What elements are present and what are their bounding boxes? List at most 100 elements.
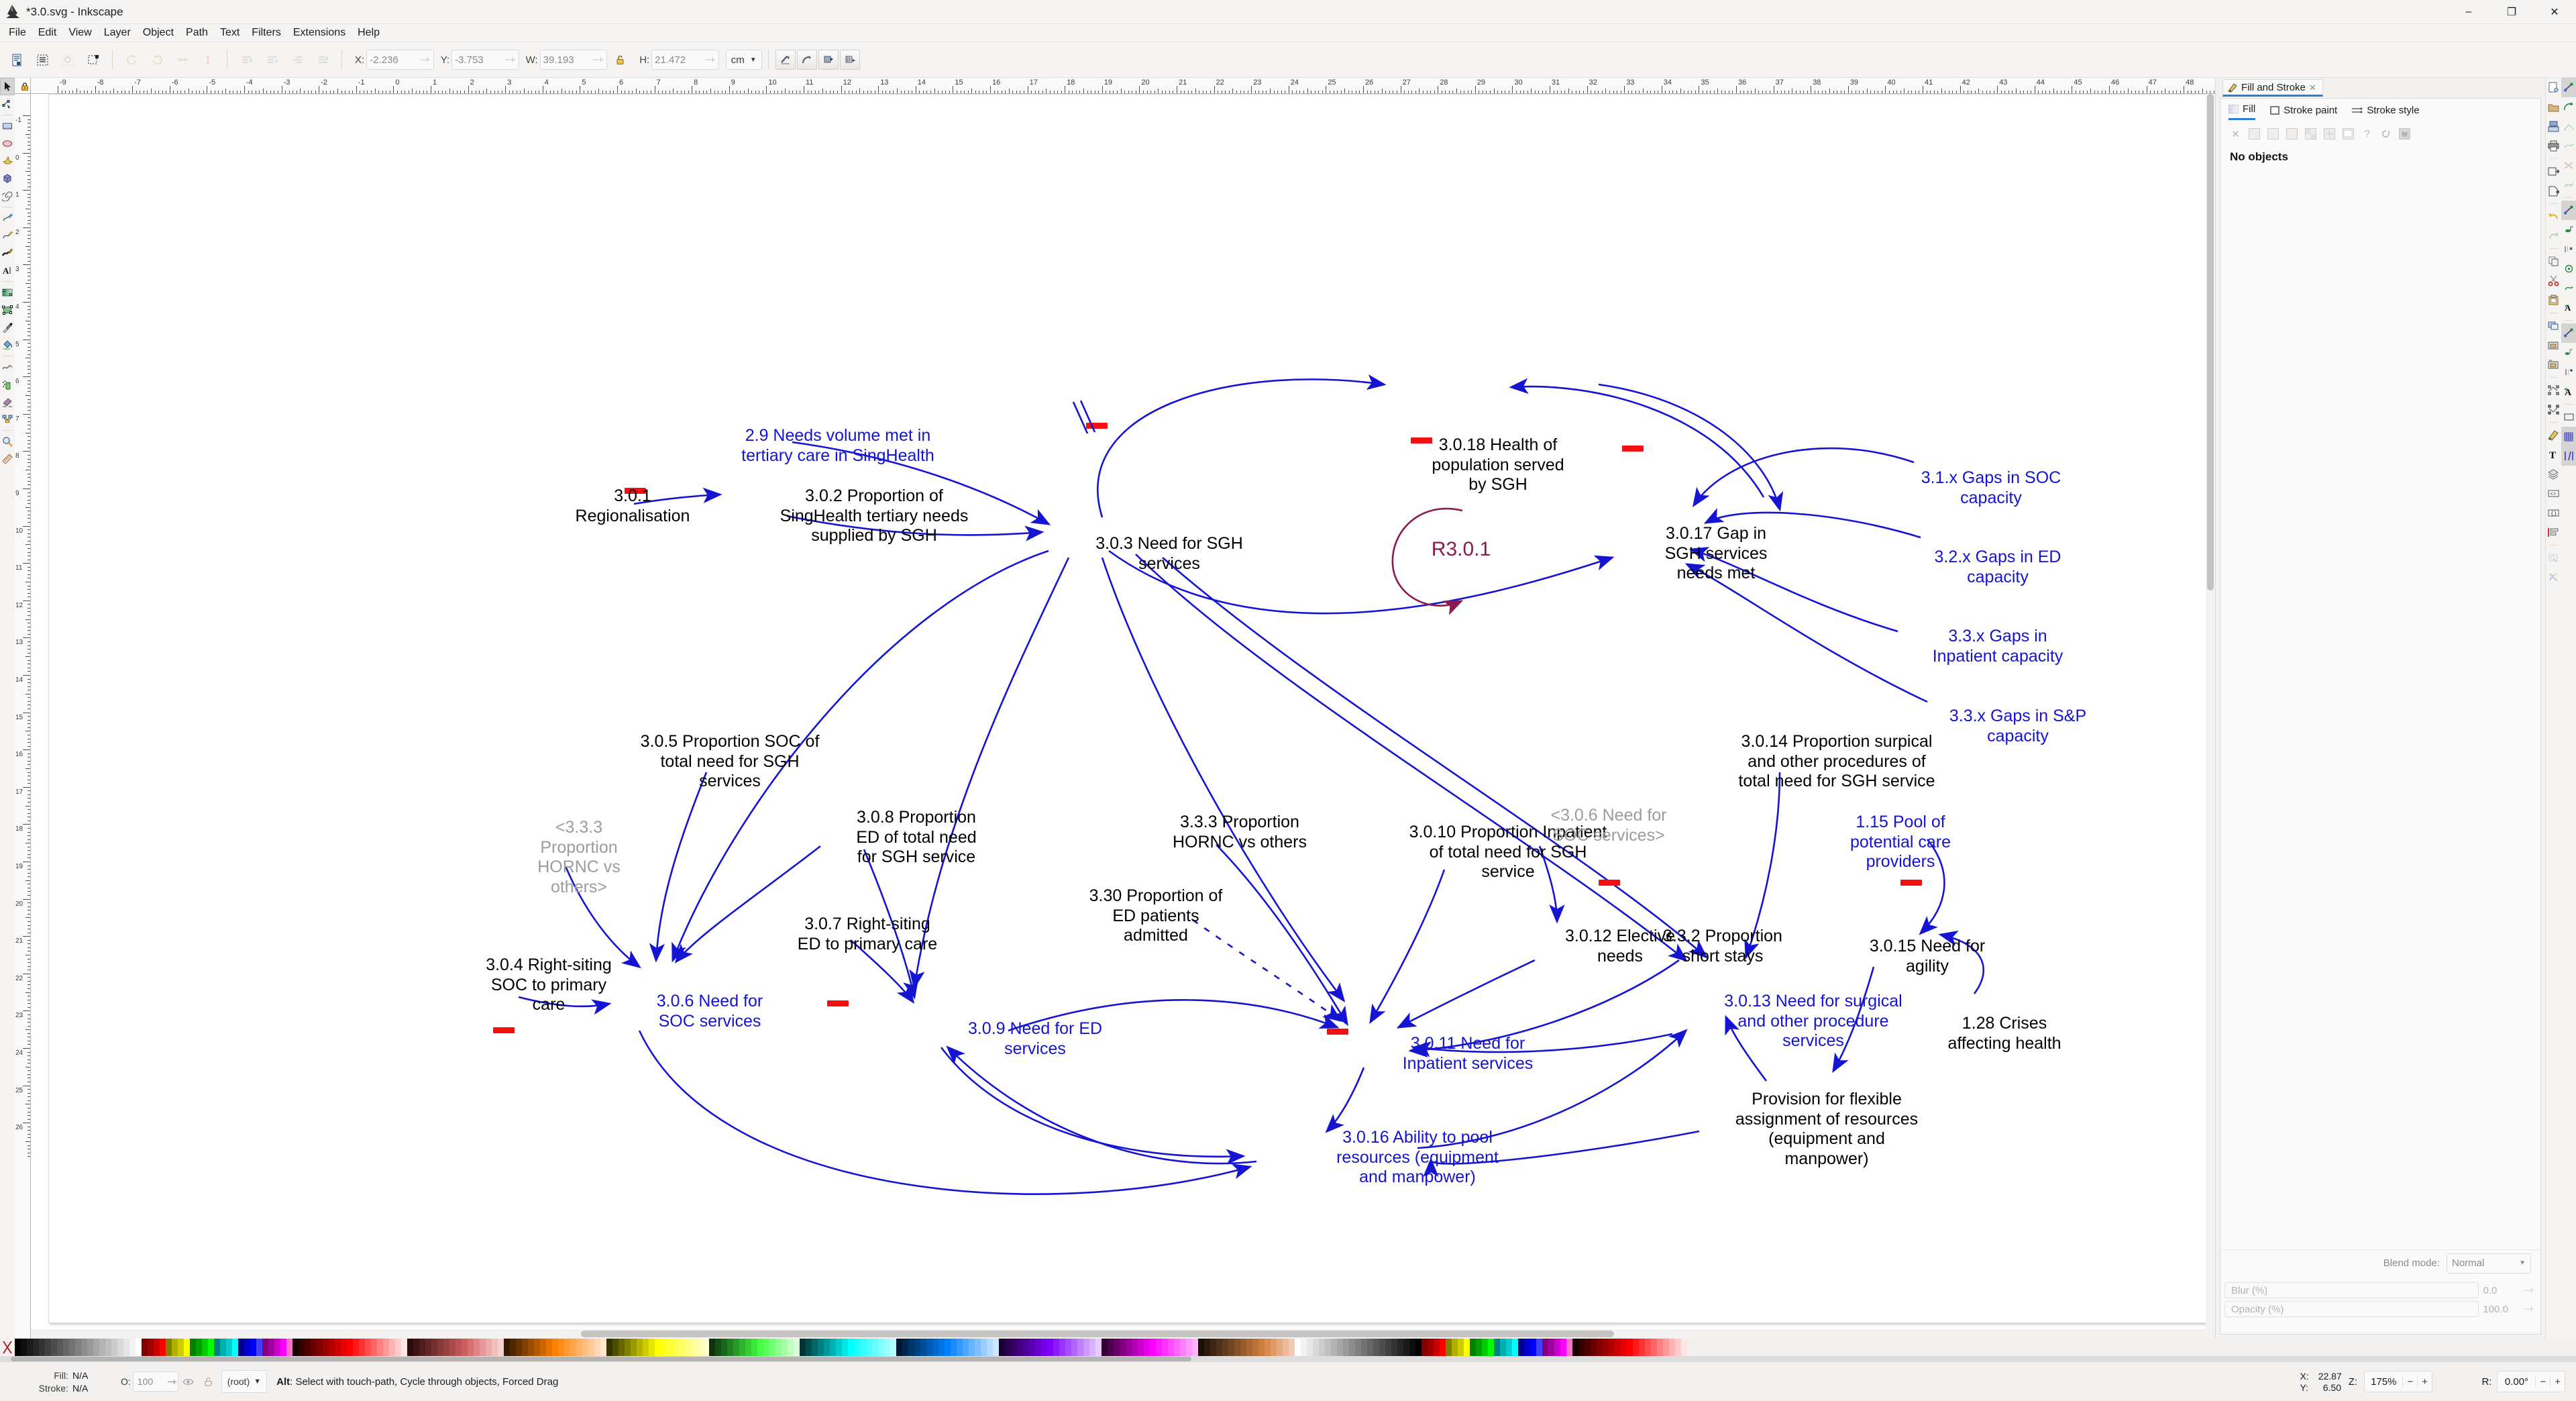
palette-swatch[interactable] bbox=[1657, 1339, 1663, 1356]
palette-swatch[interactable] bbox=[347, 1339, 353, 1356]
palette-swatch[interactable] bbox=[625, 1339, 631, 1356]
palette-swatch[interactable] bbox=[244, 1339, 250, 1356]
palette-swatch[interactable] bbox=[220, 1339, 226, 1356]
palette-swatch[interactable] bbox=[1440, 1339, 1446, 1356]
palette-swatch[interactable] bbox=[1138, 1339, 1144, 1356]
palette-swatch[interactable] bbox=[1041, 1339, 1047, 1356]
palette-swatch[interactable] bbox=[341, 1339, 347, 1356]
palette-swatch[interactable] bbox=[1373, 1339, 1379, 1356]
blend-mode-select[interactable]: Normal ▼ bbox=[2447, 1253, 2531, 1274]
mesh-tool[interactable] bbox=[0, 301, 15, 319]
palette-swatch[interactable] bbox=[757, 1339, 763, 1356]
palette-swatch[interactable] bbox=[1144, 1339, 1150, 1356]
snap-path-icon[interactable] bbox=[2561, 220, 2576, 240]
palette-swatch[interactable] bbox=[1083, 1339, 1089, 1356]
palette-swatch[interactable] bbox=[1023, 1339, 1029, 1356]
palette-swatch[interactable] bbox=[1621, 1339, 1627, 1356]
lower-to-bottom-icon[interactable] bbox=[311, 48, 334, 71]
palette-swatch[interactable] bbox=[1512, 1339, 1518, 1356]
palette-swatch[interactable] bbox=[679, 1339, 685, 1356]
eraser-tool[interactable] bbox=[0, 393, 15, 411]
palette-swatch[interactable] bbox=[1524, 1339, 1530, 1356]
palette-swatch[interactable] bbox=[890, 1339, 896, 1356]
affect-patterns-icon[interactable] bbox=[839, 50, 860, 70]
palette-swatch[interactable] bbox=[836, 1339, 842, 1356]
palette-swatch[interactable] bbox=[655, 1339, 661, 1356]
palette-swatch[interactable] bbox=[721, 1339, 727, 1356]
palette-swatch[interactable] bbox=[1192, 1339, 1198, 1356]
palette-swatch[interactable] bbox=[516, 1339, 522, 1356]
palette-swatch[interactable] bbox=[1391, 1339, 1397, 1356]
palette-swatch[interactable] bbox=[1597, 1339, 1603, 1356]
palette-swatch[interactable] bbox=[667, 1339, 673, 1356]
palette-swatch[interactable] bbox=[1578, 1339, 1585, 1356]
palette-swatch[interactable] bbox=[932, 1339, 938, 1356]
chevron-down-icon[interactable]: ▼ bbox=[254, 1378, 261, 1386]
palette-swatch[interactable] bbox=[1331, 1339, 1337, 1356]
menu-file[interactable]: File bbox=[3, 25, 32, 41]
palette-swatch[interactable] bbox=[214, 1339, 220, 1356]
export-icon[interactable] bbox=[2546, 181, 2561, 201]
palette-swatch[interactable] bbox=[1385, 1339, 1391, 1356]
palette-swatch[interactable] bbox=[775, 1339, 782, 1356]
snap-bbox-corner-icon[interactable] bbox=[2561, 136, 2576, 156]
palette-swatch[interactable] bbox=[926, 1339, 932, 1356]
palette-swatch[interactable] bbox=[570, 1339, 576, 1356]
palette-swatch[interactable] bbox=[975, 1339, 981, 1356]
palette-swatch[interactable] bbox=[274, 1339, 280, 1356]
horizontal-ruler[interactable]: -9 -8 -7 -6 -5 -4 -3 -2 -1 0 1 2 3 4 5 6 7 8 9 10 11 12 13 14 15… bbox=[31, 78, 2241, 94]
diagram-node-3.3.3.ghost[interactable]: <3.3.3 Proportion HORNC vs others> bbox=[519, 818, 639, 897]
bezier-tool[interactable] bbox=[0, 227, 15, 244]
palette-swatch[interactable] bbox=[945, 1339, 951, 1356]
palette-swatch[interactable] bbox=[190, 1339, 196, 1356]
palette-swatch[interactable] bbox=[395, 1339, 401, 1356]
palette-swatch[interactable] bbox=[1120, 1339, 1126, 1356]
vertical-scrollbar-thumb[interactable] bbox=[2207, 94, 2214, 590]
diagram-node-3.0.5[interactable]: 3.0.5 Proportion SOC of total need for S… bbox=[592, 732, 867, 792]
palette-swatch[interactable] bbox=[794, 1339, 800, 1356]
lock-icon[interactable] bbox=[17, 79, 32, 93]
palette-swatch[interactable] bbox=[250, 1339, 256, 1356]
no-color-icon[interactable] bbox=[0, 1339, 15, 1356]
palette-swatch[interactable] bbox=[1337, 1339, 1343, 1356]
horizontal-scrollbar-thumb[interactable] bbox=[581, 1331, 1614, 1337]
xml-editor-dialog-icon[interactable]: <> bbox=[2546, 484, 2561, 503]
palette-swatch[interactable] bbox=[1271, 1339, 1277, 1356]
affect-stroke-width-icon[interactable] bbox=[775, 50, 796, 70]
snap-object-center-icon[interactable] bbox=[2561, 343, 2576, 362]
palette-swatch[interactable] bbox=[1446, 1339, 1452, 1356]
menu-object[interactable]: Object bbox=[137, 25, 180, 41]
palette-swatch[interactable] bbox=[528, 1339, 534, 1356]
palette-swatch[interactable] bbox=[606, 1339, 612, 1356]
stepper-icon[interactable]: −+ bbox=[419, 54, 432, 66]
diagram-node-3.0.3[interactable]: 3.0.3 Need for SGH services bbox=[1069, 534, 1270, 574]
palette-swatch[interactable] bbox=[1035, 1339, 1041, 1356]
snap-rotation-center-icon[interactable] bbox=[2561, 362, 2576, 382]
palette-swatch[interactable] bbox=[1548, 1339, 1554, 1356]
snap-bbox-center-icon[interactable] bbox=[2561, 175, 2576, 195]
w-input[interactable]: 39.193 −+ bbox=[539, 50, 608, 70]
palette-swatch[interactable] bbox=[1663, 1339, 1669, 1356]
palette-swatch[interactable] bbox=[1307, 1339, 1313, 1356]
palette-swatch[interactable] bbox=[1627, 1339, 1633, 1356]
star-tool[interactable] bbox=[0, 152, 15, 170]
palette-swatch[interactable] bbox=[812, 1339, 818, 1356]
print-icon[interactable] bbox=[2546, 136, 2561, 156]
palette-swatch[interactable] bbox=[1681, 1339, 1687, 1356]
palette-swatch[interactable] bbox=[419, 1339, 425, 1356]
snap-midpoint-icon[interactable]: A bbox=[2561, 298, 2576, 317]
palette-swatch[interactable] bbox=[727, 1339, 733, 1356]
palette-swatch[interactable] bbox=[57, 1339, 63, 1356]
palette-swatch[interactable] bbox=[1361, 1339, 1367, 1356]
layer-selector[interactable]: (root) ▼ bbox=[221, 1370, 268, 1393]
palette-swatch[interactable] bbox=[872, 1339, 878, 1356]
raise-to-top-icon[interactable] bbox=[235, 48, 258, 71]
save-document-icon[interactable] bbox=[2546, 117, 2561, 136]
palette-swatch[interactable] bbox=[739, 1339, 745, 1356]
lower-icon[interactable] bbox=[286, 48, 309, 71]
palette-swatch[interactable] bbox=[1615, 1339, 1621, 1356]
tab-stroke-paint[interactable]: Stroke paint bbox=[2270, 105, 2337, 119]
new-document-icon[interactable] bbox=[2546, 78, 2561, 97]
palette-swatch[interactable] bbox=[389, 1339, 395, 1356]
palette-swatch[interactable] bbox=[407, 1339, 413, 1356]
